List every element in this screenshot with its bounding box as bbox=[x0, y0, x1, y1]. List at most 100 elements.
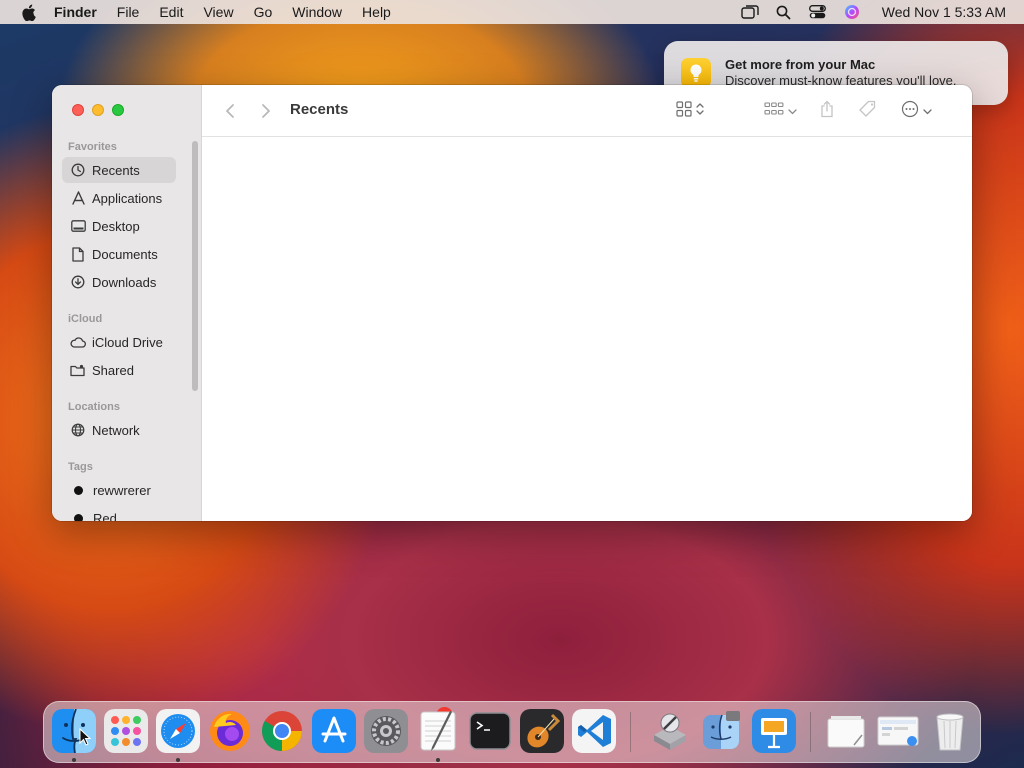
running-indicator bbox=[176, 758, 180, 762]
safari-icon bbox=[156, 709, 200, 753]
sidebar-item-label: iCloud Drive bbox=[92, 334, 163, 350]
sidebar-item-label: Network bbox=[92, 422, 140, 438]
ellipsis-circle-icon bbox=[901, 100, 919, 123]
document-icon bbox=[70, 246, 86, 262]
sidebar-item-label: Applications bbox=[92, 190, 163, 206]
dock-textedit[interactable] bbox=[416, 709, 460, 753]
dock-garageband[interactable] bbox=[520, 709, 564, 753]
menu-bar: Finder File Edit View Go Window Help Wed… bbox=[0, 0, 1024, 24]
sidebar-item-documents[interactable]: Documents bbox=[62, 241, 176, 267]
dock-keynote[interactable] bbox=[752, 709, 796, 753]
documents-stack-icon bbox=[877, 716, 919, 746]
dock-chrome[interactable] bbox=[260, 709, 304, 753]
applications-icon bbox=[70, 190, 86, 206]
trash-icon bbox=[936, 713, 964, 751]
finder-sidebar: Favorites Recents Applications Desktop D… bbox=[52, 85, 202, 521]
sidebar-item-downloads[interactable]: Downloads bbox=[62, 269, 176, 295]
window-controls bbox=[72, 104, 124, 116]
group-by-button[interactable] bbox=[764, 100, 797, 122]
view-mode-button[interactable] bbox=[676, 100, 704, 122]
dock-disk-utility[interactable] bbox=[648, 709, 692, 753]
apple-menu-icon[interactable] bbox=[18, 3, 38, 21]
dock-safari[interactable] bbox=[156, 709, 200, 753]
sidebar-item-label: Downloads bbox=[92, 274, 157, 290]
notification-title: Get more from your Mac bbox=[725, 57, 876, 72]
dock-downloads-stack[interactable] bbox=[824, 709, 868, 753]
chrome-icon bbox=[262, 711, 302, 751]
dock-app-store[interactable] bbox=[312, 709, 356, 753]
sidebar-item-recents[interactable]: Recents bbox=[62, 157, 176, 183]
textedit-icon bbox=[420, 711, 456, 751]
screen-mirroring-icon[interactable] bbox=[740, 3, 760, 21]
sidebar-item-label: Shared bbox=[92, 362, 134, 378]
grid-view-icon bbox=[676, 100, 692, 122]
minimize-window-button[interactable] bbox=[92, 104, 104, 116]
shared-folder-icon bbox=[70, 362, 86, 378]
menu-window[interactable]: Window bbox=[292, 4, 342, 20]
sidebar-item-icloud-drive[interactable]: iCloud Drive bbox=[62, 329, 176, 355]
lightbulb-icon bbox=[681, 58, 711, 88]
tag-color-dot bbox=[74, 485, 83, 495]
dock-system-settings[interactable] bbox=[364, 709, 408, 753]
sidebar-item-desktop[interactable]: Desktop bbox=[62, 213, 176, 239]
download-icon bbox=[70, 274, 86, 290]
menu-file[interactable]: File bbox=[117, 4, 140, 20]
sidebar-item-label: Documents bbox=[92, 246, 158, 262]
share-button[interactable] bbox=[820, 100, 834, 122]
sidebar-section-icloud: iCloud bbox=[68, 313, 103, 325]
sidebar-item-network[interactable]: Network bbox=[62, 417, 176, 443]
dock: 2 bbox=[43, 701, 981, 763]
menu-edit[interactable]: Edit bbox=[159, 4, 183, 20]
tag-button[interactable] bbox=[858, 100, 878, 122]
forward-button[interactable] bbox=[256, 101, 276, 121]
dock-separator bbox=[810, 712, 811, 752]
dock-documents-stack[interactable] bbox=[876, 709, 920, 753]
chevron-down-icon bbox=[923, 102, 932, 120]
sidebar-tag-rewwrerer[interactable]: rewwrerer bbox=[62, 477, 176, 503]
launchpad-icon bbox=[104, 709, 148, 753]
dock-separator bbox=[630, 712, 631, 752]
chevron-down-icon bbox=[788, 102, 797, 120]
sidebar-item-applications[interactable]: Applications bbox=[62, 185, 176, 211]
sidebar-tag-red[interactable]: Red bbox=[62, 505, 176, 521]
dock-trash[interactable] bbox=[928, 709, 972, 753]
back-button[interactable] bbox=[220, 101, 240, 121]
more-actions-button[interactable] bbox=[901, 100, 932, 122]
finder-toolbar: Recents bbox=[202, 85, 972, 137]
dock-vscode[interactable] bbox=[572, 709, 616, 753]
sidebar-item-label: Red bbox=[93, 510, 117, 522]
menu-help[interactable]: Help bbox=[362, 4, 391, 20]
firefox-icon bbox=[210, 711, 250, 751]
cloud-icon bbox=[70, 334, 86, 350]
zoom-window-button[interactable] bbox=[112, 104, 124, 116]
sidebar-item-label: rewwrerer bbox=[93, 482, 151, 498]
spotlight-search-icon[interactable] bbox=[774, 3, 794, 21]
clock-icon bbox=[70, 162, 86, 178]
globe-icon bbox=[70, 422, 86, 438]
sidebar-scrollbar[interactable] bbox=[192, 141, 198, 391]
sidebar-item-label: Recents bbox=[92, 162, 140, 178]
menu-go[interactable]: Go bbox=[254, 4, 273, 20]
sidebar-item-shared[interactable]: Shared bbox=[62, 357, 176, 383]
gear-icon bbox=[364, 709, 408, 753]
group-grid-icon bbox=[764, 101, 784, 121]
dock-terminal[interactable] bbox=[468, 709, 512, 753]
menu-finder[interactable]: Finder bbox=[54, 4, 97, 20]
menu-view[interactable]: View bbox=[203, 4, 233, 20]
dock-migration-assistant[interactable] bbox=[700, 709, 744, 753]
control-center-icon[interactable] bbox=[808, 3, 828, 21]
disk-utility-icon bbox=[654, 713, 686, 750]
sidebar-section-locations: Locations bbox=[68, 401, 120, 413]
menubar-clock[interactable]: Wed Nov 1 5:33 AM bbox=[882, 4, 1006, 20]
app-store-icon bbox=[312, 709, 356, 753]
tag-color-dot bbox=[74, 513, 83, 521]
siri-icon[interactable] bbox=[842, 3, 862, 21]
share-icon bbox=[820, 100, 834, 123]
file-browser-content[interactable] bbox=[202, 137, 972, 521]
dock-launchpad[interactable] bbox=[104, 709, 148, 753]
close-window-button[interactable] bbox=[72, 104, 84, 116]
sidebar-section-favorites: Favorites bbox=[68, 141, 117, 153]
mouse-cursor bbox=[79, 727, 92, 746]
desktop-icon bbox=[70, 218, 86, 234]
dock-firefox[interactable] bbox=[208, 709, 252, 753]
